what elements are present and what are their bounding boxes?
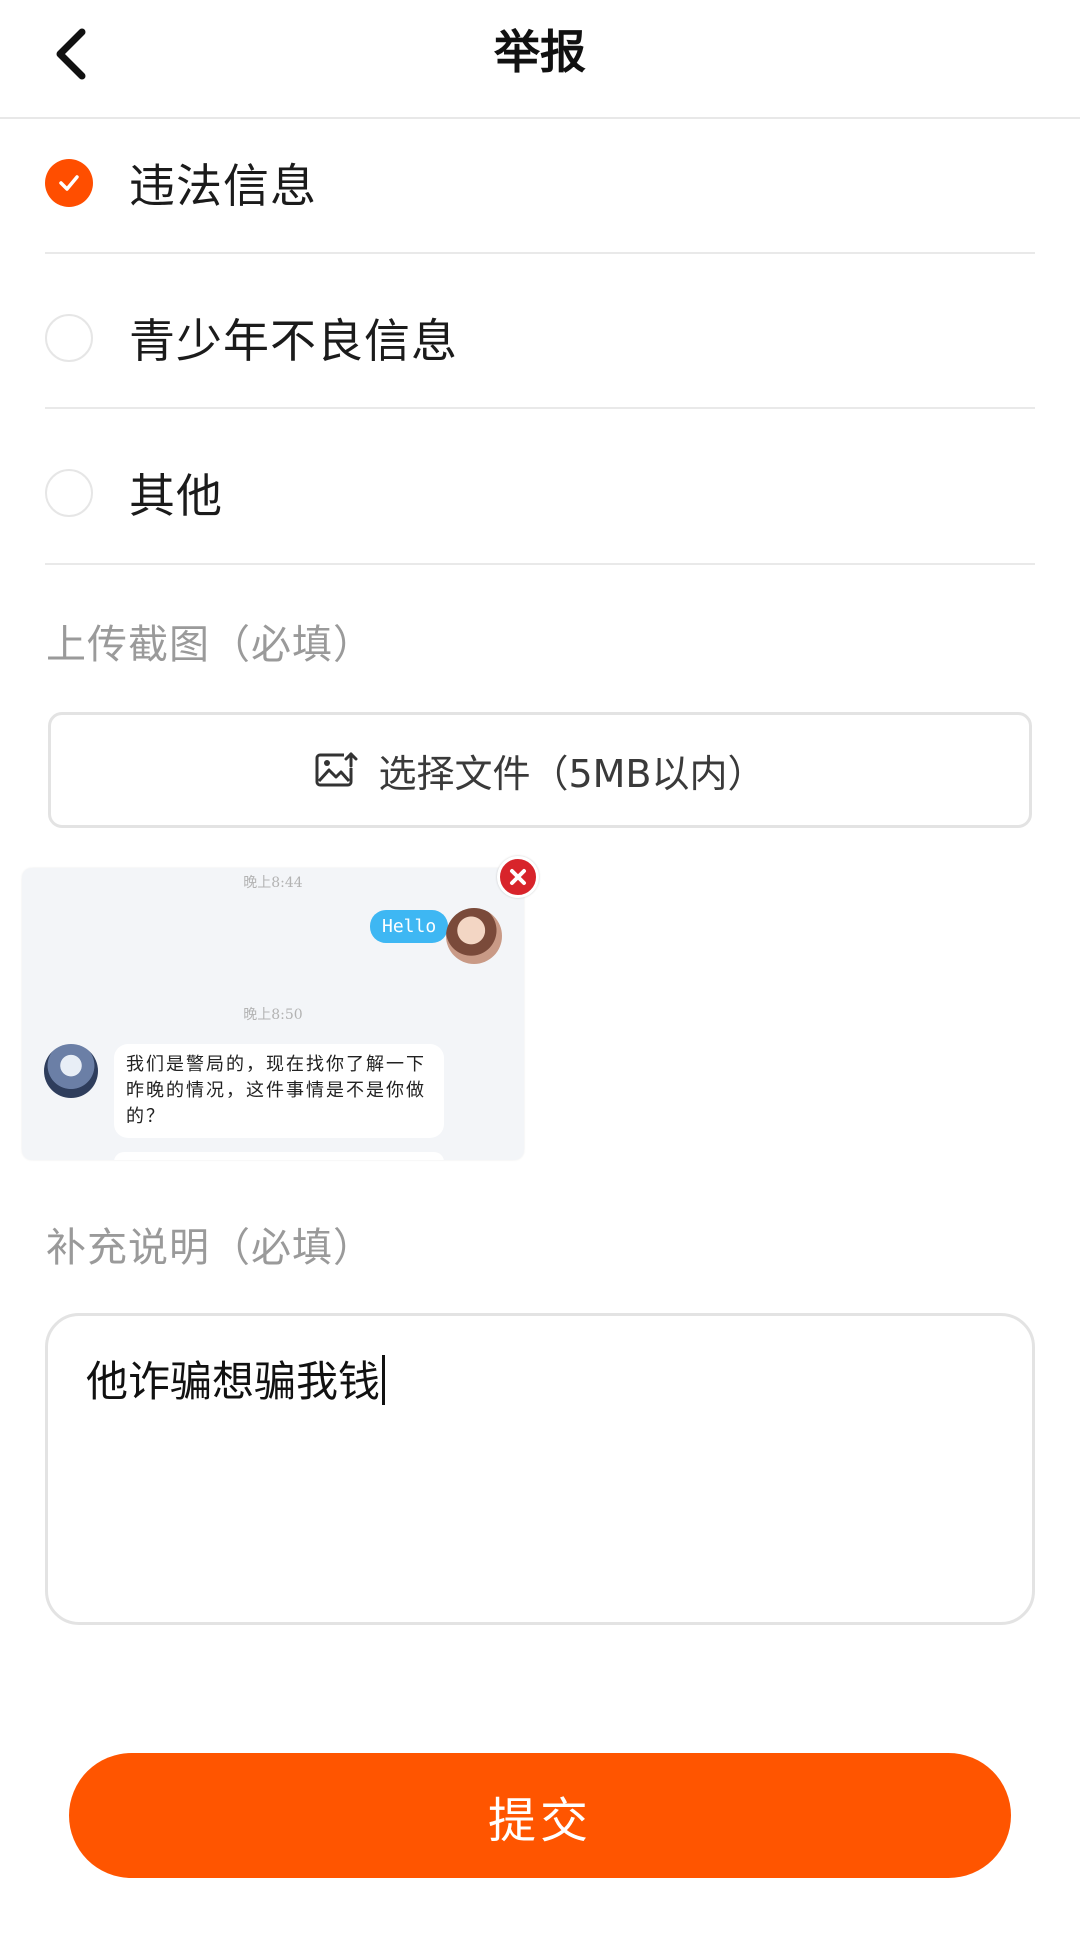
- close-icon: [510, 869, 526, 885]
- divider: [45, 252, 1035, 254]
- remove-screenshot-button[interactable]: [497, 856, 539, 898]
- chat-bubble-partial: [114, 1152, 444, 1160]
- description-section-label: 补充说明（必填）: [46, 1225, 374, 1271]
- checkmark-icon: [59, 174, 79, 191]
- submit-label: 提交: [487, 1792, 592, 1849]
- option-label: 违法信息: [129, 158, 317, 213]
- description-textarea[interactable]: 他诈骗想骗我钱: [45, 1313, 1035, 1625]
- choose-file-label: 选择文件（5MB以内）: [378, 751, 766, 796]
- chat-timestamp: 晚上8:50: [243, 1007, 303, 1023]
- choose-file-button[interactable]: 选择文件（5MB以内）: [48, 712, 1032, 828]
- option-illegal-info[interactable]: 违法信息: [45, 105, 1035, 260]
- option-label: 青少年不良信息: [129, 313, 458, 368]
- text-caret: [382, 1355, 386, 1405]
- option-other[interactable]: 其他: [45, 415, 1035, 570]
- radio-unchecked-icon[interactable]: [45, 313, 93, 362]
- avatar: [44, 1044, 98, 1098]
- uploaded-screenshot-thumbnail[interactable]: 晚上8:44 Hello 晚上8:50 我们是警局的，现在找你了解一下昨晚的情况…: [22, 868, 524, 1160]
- radio-checked-icon[interactable]: [45, 158, 93, 207]
- submit-button[interactable]: 提交: [69, 1753, 1011, 1878]
- upload-section-label: 上传截图（必填）: [46, 622, 374, 668]
- avatar: [446, 908, 502, 964]
- chat-bubble-outgoing: Hello: [370, 910, 449, 943]
- chat-timestamp: 晚上8:44: [243, 875, 303, 891]
- chat-bubble-incoming: 我们是警局的，现在找你了解一下昨晚的情况，这件事情是不是你做的？: [114, 1044, 444, 1138]
- divider: [45, 563, 1035, 565]
- option-youth-harmful-info[interactable]: 青少年不良信息: [45, 260, 1035, 415]
- divider: [45, 407, 1035, 409]
- page-title: 举报: [494, 25, 586, 79]
- header-bar: 举报: [0, 0, 1080, 119]
- description-value: 他诈骗想骗我钱: [86, 1348, 386, 1409]
- image-upload-icon: [315, 752, 359, 787]
- option-label: 其他: [129, 468, 223, 523]
- radio-unchecked-icon[interactable]: [45, 468, 93, 517]
